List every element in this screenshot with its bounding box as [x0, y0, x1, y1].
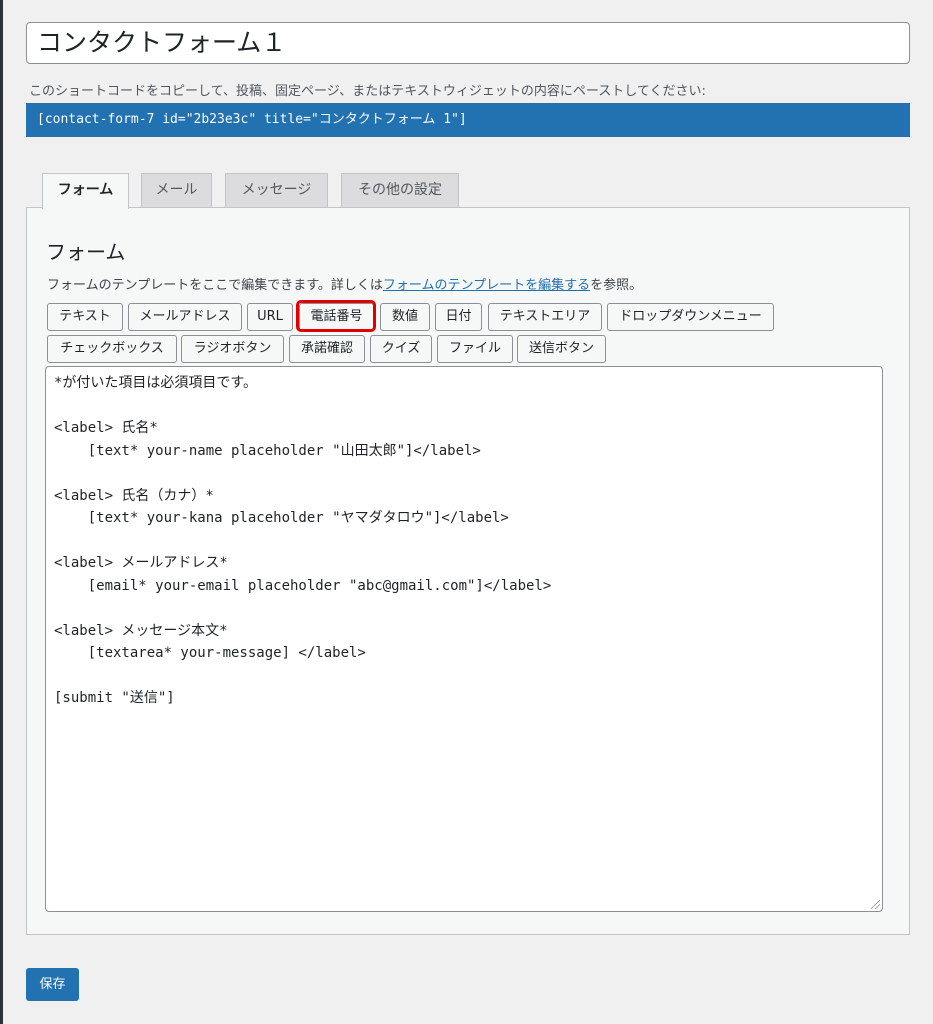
panel-desc-text: フォームのテンプレートをここで編集できます。詳しくは — [47, 278, 383, 293]
tab-mail[interactable]: メール — [141, 173, 212, 207]
tag-button-url[interactable]: URL — [247, 303, 293, 331]
admin-sidebar-edge — [0, 0, 3, 1024]
save-button[interactable]: 保存 — [26, 968, 79, 1001]
tag-button-textarea[interactable]: テキストエリア — [488, 303, 602, 331]
tag-button-number[interactable]: 数値 — [380, 303, 430, 331]
panel-description: フォームのテンプレートをここで編集できます。詳しくはフォームのテンプレートを編集… — [47, 274, 642, 293]
shortcode-description: このショートコードをコピーして、投稿、固定ページ、またはテキストウィジェットの内… — [29, 84, 706, 99]
tag-button-radio-buttons[interactable]: ラジオボタン — [181, 335, 284, 363]
panel-title: フォーム — [46, 240, 126, 264]
tag-button-file[interactable]: ファイル — [437, 335, 513, 363]
tag-button-submit[interactable]: 送信ボタン — [517, 335, 606, 363]
tab-additional-settings[interactable]: その他の設定 — [341, 173, 459, 207]
form-title-input[interactable]: コンタクトフォーム１ — [26, 22, 910, 64]
edit-template-link[interactable]: フォームのテンプレートを編集する — [383, 278, 590, 293]
tag-button-checkboxes[interactable]: チェックボックス — [47, 335, 177, 363]
editor-text: *が付いた項目は必須項目です。 <label> 氏名* [text* your-… — [54, 375, 552, 706]
tag-button-quiz[interactable]: クイズ — [370, 335, 432, 363]
tag-button-acceptance[interactable]: 承諾確認 — [289, 335, 365, 363]
shortcode-field[interactable]: [contact-form-7 id="2b23e3c" title="コンタク… — [26, 103, 910, 137]
form-template-editor[interactable]: *が付いた項目は必須項目です。 <label> 氏名* [text* your-… — [45, 366, 883, 912]
tab-form[interactable]: フォーム — [42, 173, 129, 209]
tag-button-email[interactable]: メールアドレス — [128, 303, 242, 331]
tag-button-date[interactable]: 日付 — [435, 303, 482, 331]
tag-button-tel[interactable]: 電話番号 — [299, 303, 374, 331]
panel-desc-suffix: を参照。 — [590, 278, 643, 293]
resize-handle-icon[interactable] — [871, 900, 880, 909]
tag-button-text[interactable]: テキスト — [47, 303, 123, 331]
tab-messages[interactable]: メッセージ — [225, 173, 328, 207]
tag-button-dropdown-menu[interactable]: ドロップダウンメニュー — [607, 303, 774, 331]
